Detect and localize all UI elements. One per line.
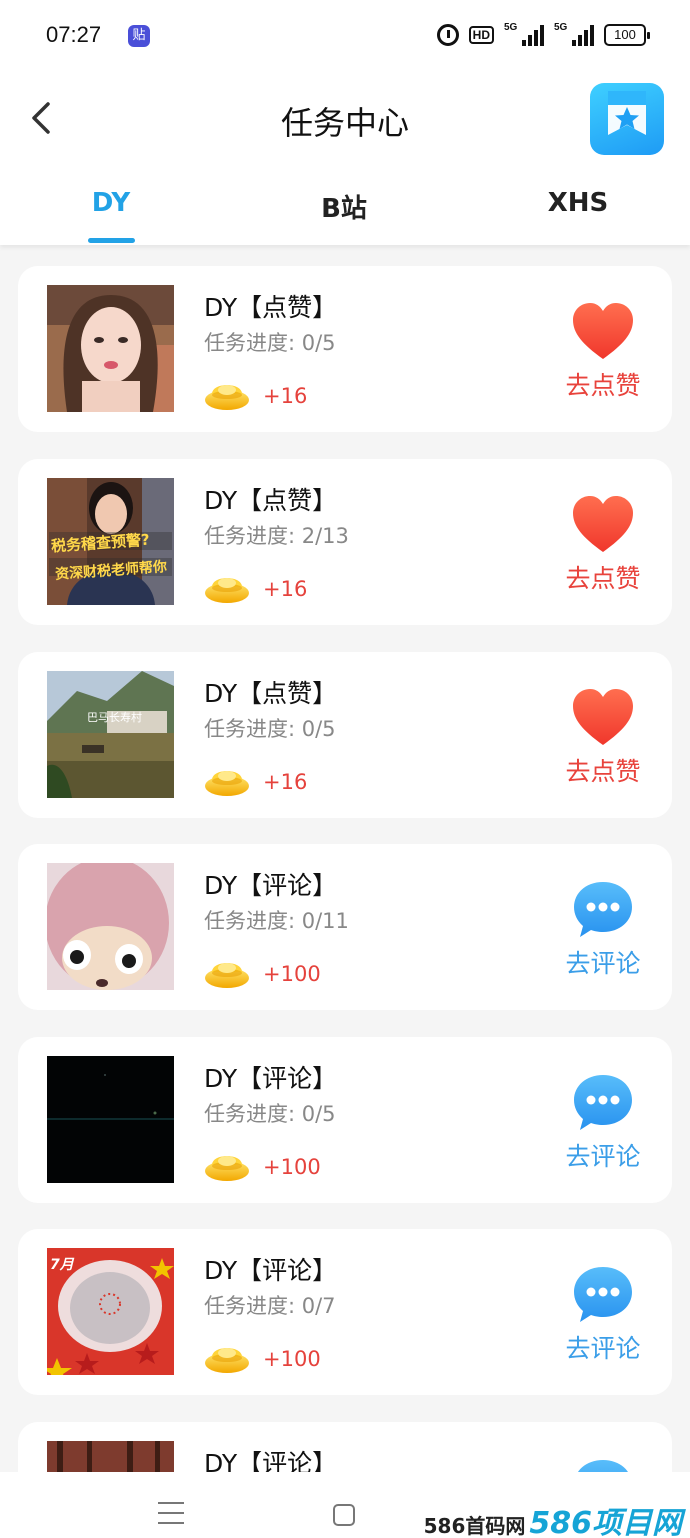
like-action-button[interactable]: 去点赞: [552, 366, 654, 402]
comment-action-button[interactable]: 去评论: [552, 1137, 654, 1173]
comment-action-button[interactable]: 去评论: [552, 1329, 654, 1365]
comment-action-button[interactable]: 去评论: [552, 944, 654, 980]
thumbnail-caption: 7月: [50, 1257, 74, 1273]
like-action-button[interactable]: 去点赞: [552, 752, 654, 788]
favorites-button[interactable]: [590, 83, 664, 155]
watermark-logo: 586项目网: [529, 1506, 682, 1538]
video-thumbnail: 税务稽查预警? 资深财税老师帮你: [47, 478, 174, 605]
watermark: 586首码网 586项目网: [424, 1498, 682, 1538]
task-card[interactable]: DY【点赞】 任务进度: 0/5 +16 去点赞: [18, 266, 672, 432]
task-title: DY【评论】: [204, 1064, 338, 1093]
task-progress: 任务进度: 0/5: [204, 331, 336, 355]
gold-ingot-icon: [204, 1147, 250, 1183]
task-title: DY【评论】: [204, 871, 338, 900]
signal-icon-2: 5G: [554, 22, 594, 46]
menu-icon[interactable]: [158, 1502, 184, 1532]
gold-ingot-icon: [204, 762, 250, 798]
comment-bubble-icon[interactable]: [572, 1073, 634, 1133]
video-thumbnail: [47, 1056, 174, 1183]
task-card[interactable]: DY【评论】 任务进度: 0/11 +100 去评论: [18, 844, 672, 1010]
video-thumbnail: [47, 285, 174, 412]
task-reward: +100: [263, 1155, 321, 1179]
comment-bubble-icon[interactable]: [572, 880, 634, 940]
task-card[interactable]: 巴马长寿村 DY【点赞】 任务进度: 0/5 +16 去点赞: [18, 652, 672, 818]
gold-ingot-icon: [204, 569, 250, 605]
app-header: 任务中心 DY B站 XHS: [0, 70, 690, 245]
task-title: DY【评论】: [204, 1256, 338, 1285]
task-progress: 任务进度: 0/11: [204, 909, 349, 933]
signal-label: 5G: [504, 22, 518, 33]
task-reward: +16: [263, 577, 308, 601]
status-bar: 07:27 贴 HD 5G 5G 100: [0, 0, 690, 70]
bookmark-star-icon: [608, 91, 646, 135]
gold-ingot-icon: [204, 376, 250, 412]
status-time: 07:27: [46, 22, 102, 47]
task-card[interactable]: 7月 DY【评论】 任务进度: 0/7 +100 去评论: [18, 1229, 672, 1395]
home-icon[interactable]: [333, 1504, 355, 1526]
video-thumbnail: [47, 863, 174, 990]
task-card[interactable]: DY【评论】 任务进度: 0/5 +100 去评论: [18, 1037, 672, 1203]
heart-icon[interactable]: [572, 302, 634, 362]
video-thumbnail: 7月: [47, 1248, 174, 1375]
watermark-text: 586首码网: [423, 1514, 526, 1538]
video-thumbnail: 巴马长寿村: [47, 671, 174, 798]
tab-xhs[interactable]: XHS: [518, 188, 638, 218]
signal-label-2: 5G: [554, 22, 568, 33]
heart-icon[interactable]: [572, 688, 634, 748]
gold-ingot-icon: [204, 954, 250, 990]
task-progress: 任务进度: 0/7: [204, 1294, 336, 1318]
task-title: DY【点赞】: [204, 293, 338, 322]
task-card[interactable]: 税务稽查预警? 资深财税老师帮你 DY【点赞】 任务进度: 2/13 +16 去…: [18, 459, 672, 625]
like-action-button[interactable]: 去点赞: [552, 559, 654, 595]
task-reward: +100: [263, 1347, 321, 1371]
task-reward: +100: [263, 962, 321, 986]
gold-ingot-icon: [204, 1339, 250, 1375]
battery-icon: 100: [604, 24, 650, 46]
signal-icon: 5G: [504, 22, 544, 46]
task-progress: 任务进度: 0/5: [204, 717, 336, 741]
comment-bubble-icon[interactable]: [572, 1265, 634, 1325]
tab-indicator: [88, 238, 135, 243]
task-title: DY【点赞】: [204, 679, 338, 708]
task-title: DY【点赞】: [204, 486, 338, 515]
alarm-icon: [436, 24, 459, 46]
heart-icon[interactable]: [572, 495, 634, 555]
tab-bilibili[interactable]: B站: [284, 188, 404, 225]
task-reward: +16: [263, 770, 308, 794]
system-nav-bar: 586首码网 586项目网: [0, 1472, 690, 1538]
page-title: 任务中心: [280, 104, 409, 142]
thumbnail-caption: 巴马长寿村: [87, 711, 142, 724]
task-progress: 任务进度: 0/5: [204, 1102, 336, 1126]
tab-bar: DY B站 XHS: [0, 182, 690, 245]
app-notification-icon: 贴: [128, 25, 150, 47]
tab-dy[interactable]: DY: [51, 188, 171, 218]
task-progress: 任务进度: 2/13: [204, 524, 349, 548]
hd-icon: HD: [468, 26, 494, 44]
task-reward: +16: [263, 384, 308, 408]
